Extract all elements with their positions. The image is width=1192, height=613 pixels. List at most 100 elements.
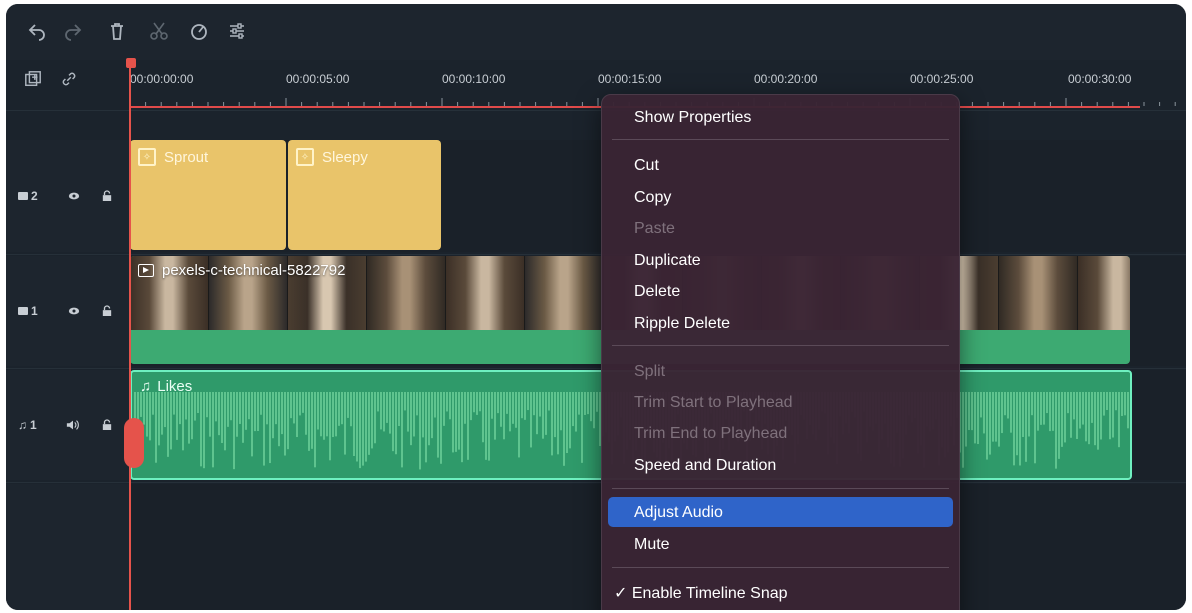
add-track-icon[interactable] xyxy=(22,68,44,90)
trash-icon[interactable] xyxy=(104,18,130,44)
waveform-bar xyxy=(410,392,412,446)
menu-item-mute[interactable]: Mute xyxy=(634,536,670,554)
waveform-bar xyxy=(971,392,973,431)
waveform-bar xyxy=(359,392,361,469)
waveform-bar xyxy=(500,392,502,427)
menu-item-split[interactable]: Split xyxy=(634,363,665,381)
scissors-icon[interactable] xyxy=(146,18,172,44)
waveform-bar xyxy=(422,392,424,438)
waveform-bar xyxy=(224,392,226,451)
waveform-bar xyxy=(371,392,373,449)
waveform-bar xyxy=(419,392,421,470)
ruler-tick-label: 00:00:15:00 xyxy=(598,72,662,86)
redo-icon[interactable] xyxy=(60,18,86,44)
waveform-bar xyxy=(392,392,394,452)
waveform-bar xyxy=(248,392,250,420)
divider xyxy=(6,482,1186,483)
waveform-bar xyxy=(452,392,454,453)
menu-item-copy[interactable]: Copy xyxy=(634,189,671,207)
waveform-bar xyxy=(584,392,586,415)
lock-icon[interactable] xyxy=(102,305,112,317)
playhead-split-marker[interactable] xyxy=(124,418,144,468)
waveform-bar xyxy=(353,392,355,456)
undo-icon[interactable] xyxy=(24,18,50,44)
eye-icon[interactable] xyxy=(68,306,80,316)
playhead[interactable] xyxy=(129,62,131,610)
waveform-bar xyxy=(407,392,409,432)
waveform-bar xyxy=(425,392,427,463)
waveform-bar xyxy=(260,392,262,415)
waveform-bar xyxy=(287,392,289,450)
video-frame-thumbnail xyxy=(367,256,446,330)
waveform-bar xyxy=(242,392,244,443)
menu-item-enable-snap[interactable]: ✓ Enable Timeline Snap xyxy=(614,583,788,603)
waveform-bar xyxy=(281,392,283,435)
waveform-bar xyxy=(449,392,451,420)
waveform-bar xyxy=(182,392,184,451)
track-label: ♫ 1 xyxy=(18,418,37,432)
clip-title: pexels-c-technical-5822792 xyxy=(162,262,346,279)
waveform-bar xyxy=(1079,392,1081,429)
waveform-bar xyxy=(146,392,148,437)
waveform-bar xyxy=(1067,392,1069,414)
menu-item-ripple-delete[interactable]: Ripple Delete xyxy=(634,315,730,333)
menu-item-duplicate[interactable]: Duplicate xyxy=(634,252,701,270)
waveform-bar xyxy=(434,392,436,418)
waveform-bar xyxy=(965,392,967,447)
waveform-bar xyxy=(218,392,220,436)
waveform-bar xyxy=(1094,392,1096,446)
waveform-bar xyxy=(440,392,442,464)
waveform-bar xyxy=(389,392,391,434)
empty-track xyxy=(6,484,1186,610)
speaker-icon[interactable] xyxy=(66,420,80,431)
waveform-bar xyxy=(368,392,370,455)
waveform-bar xyxy=(1082,392,1084,425)
waveform-bar xyxy=(374,392,376,444)
video-track-icon xyxy=(18,307,28,315)
menu-separator xyxy=(612,345,949,346)
waveform-bar xyxy=(1109,392,1111,440)
playhead-handle[interactable] xyxy=(126,58,136,68)
adjust-icon[interactable] xyxy=(224,18,250,44)
menu-item-cut[interactable]: Cut xyxy=(634,157,659,175)
waveform-bar xyxy=(1064,392,1066,443)
menu-item-trim-end[interactable]: Trim End to Playhead xyxy=(634,425,787,443)
menu-separator xyxy=(612,567,949,568)
menu-separator xyxy=(612,488,949,489)
waveform-bar xyxy=(1106,392,1108,411)
waveform-bar xyxy=(593,392,595,429)
waveform-bar xyxy=(155,392,157,463)
waveform-bar xyxy=(323,392,325,440)
waveform-bar xyxy=(362,392,364,466)
lock-icon[interactable] xyxy=(102,419,112,431)
waveform-bar xyxy=(536,392,538,435)
waveform-bar xyxy=(197,392,199,414)
lock-icon[interactable] xyxy=(102,190,112,202)
waveform-bar xyxy=(149,392,151,441)
clip-label: ✧ Sprout xyxy=(138,148,208,166)
eye-icon[interactable] xyxy=(68,191,80,201)
waveform-bar xyxy=(278,392,280,447)
sticker-clip-sleepy[interactable]: ✧ Sleepy xyxy=(288,140,441,250)
waveform-bar xyxy=(230,392,232,421)
menu-item-speed-duration[interactable]: Speed and Duration xyxy=(634,457,776,475)
track-label: 1 xyxy=(18,304,38,318)
menu-item-paste[interactable]: Paste xyxy=(634,220,675,238)
menu-item-show-properties[interactable]: Show Properties xyxy=(634,109,751,127)
ruler-tick-label: 00:00:10:00 xyxy=(442,72,506,86)
waveform-bar xyxy=(332,392,334,438)
waveform-bar xyxy=(293,392,295,424)
link-icon[interactable] xyxy=(58,68,80,90)
waveform-bar xyxy=(161,392,163,435)
menu-item-trim-start[interactable]: Trim Start to Playhead xyxy=(634,394,793,412)
menu-item-delete[interactable]: Delete xyxy=(634,283,680,301)
speed-icon[interactable] xyxy=(186,18,212,44)
waveform-bar xyxy=(191,392,193,440)
sticker-clip-sprout[interactable]: ✧ Sprout xyxy=(130,140,286,250)
track-number: 2 xyxy=(31,189,38,203)
waveform-bar xyxy=(1058,392,1060,459)
menu-item-adjust-audio[interactable]: Adjust Audio xyxy=(634,504,723,522)
waveform-bar xyxy=(995,392,997,442)
editor-window: 00:00:00:00 00:00:05:00 00:00:10:00 00:0… xyxy=(6,4,1186,610)
waveform-bar xyxy=(1028,392,1030,437)
